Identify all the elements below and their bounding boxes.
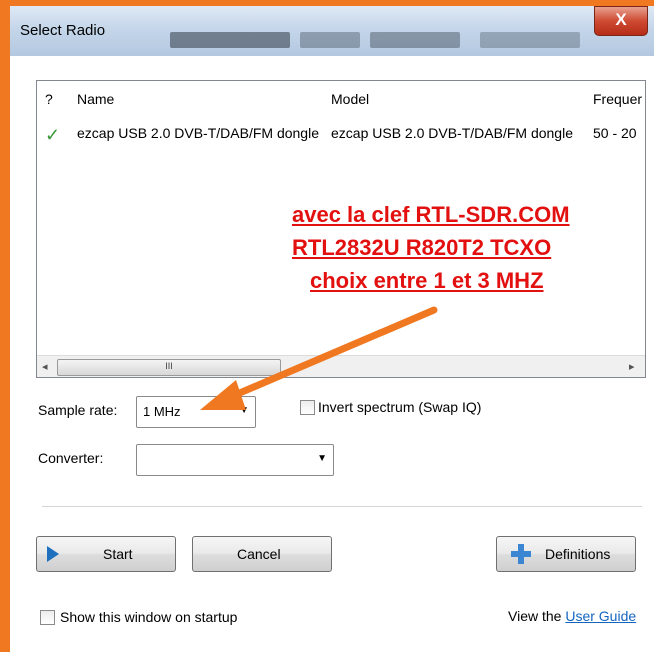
annotation-arrow-line bbox=[224, 306, 438, 402]
annotation-arrow-overlay bbox=[200, 306, 438, 410]
arrow-head-icon bbox=[200, 380, 246, 410]
